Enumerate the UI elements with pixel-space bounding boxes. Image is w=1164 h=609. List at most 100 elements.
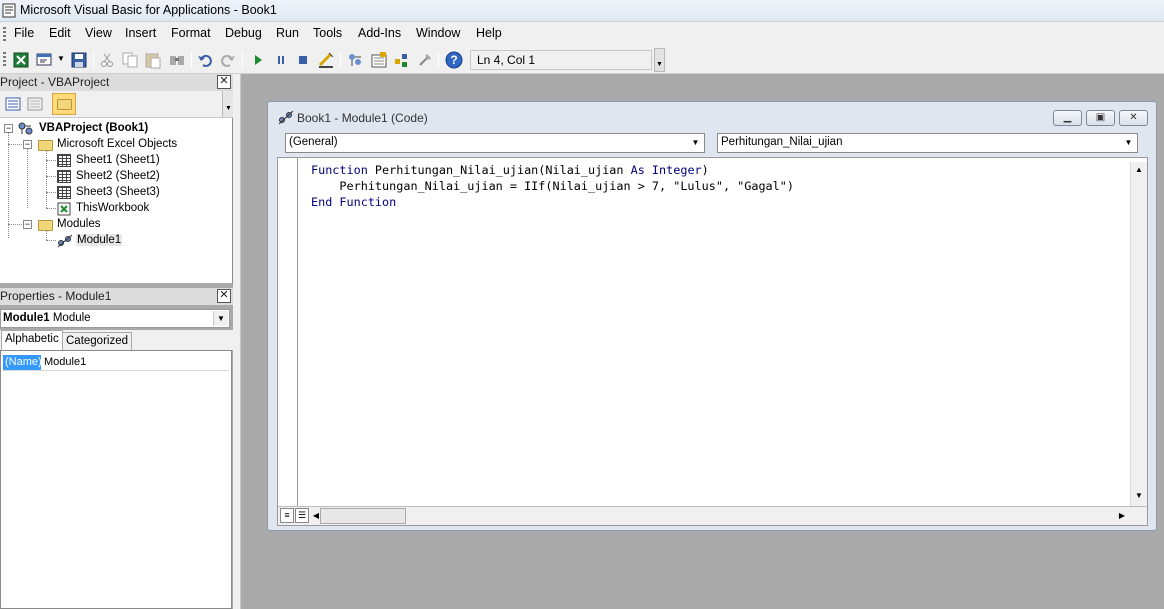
procedure-view-icon[interactable]: ≡ [280,508,294,523]
code-line[interactable]: Function Perhitungan_Nilai_ujian(Nilai_u… [311,162,794,178]
tree-item-sheet2[interactable]: Sheet2 (Sheet2) [76,170,160,182]
object-browser-icon[interactable] [393,51,411,69]
view-code-icon[interactable] [5,96,21,112]
save-icon[interactable] [70,51,88,69]
restore-button[interactable]: ▣ [1086,110,1115,126]
menu-run[interactable]: Run [276,26,299,40]
code-line[interactable]: Perhitungan_Nilai_ujian = IIf(Nilai_ujia… [311,178,794,194]
reset-icon[interactable] [294,51,312,69]
break-icon[interactable] [272,51,290,69]
tree-line [27,148,28,208]
project-explorer-icon[interactable] [346,51,364,69]
object-combo[interactable]: (General) ▼ [285,133,705,153]
folder-icon [57,99,72,110]
margin-indicator-bar[interactable] [278,158,298,506]
excel-icon[interactable] [12,51,30,69]
scroll-thumb[interactable] [1132,180,1146,480]
chevron-down-icon[interactable]: ▼ [213,311,228,326]
paste-icon[interactable] [144,51,162,69]
toggle-folders-button[interactable] [52,93,76,115]
find-icon[interactable] [168,51,186,69]
chevron-down-icon[interactable]: ▼ [1121,135,1136,151]
insert-module-icon[interactable] [36,51,54,69]
sheet-icon [57,186,71,199]
tree-item-vbaproject[interactable]: VBAProject (Book1) [39,122,148,134]
menu-add-ins[interactable]: Add-Ins [358,26,401,40]
workbook-icon [57,202,71,216]
menu-format[interactable]: Format [171,26,211,40]
design-mode-icon[interactable] [317,51,335,69]
properties-object-select[interactable]: Module1 Module ▼ [0,309,230,328]
minimize-button[interactable]: ▁ [1053,110,1082,126]
code-text[interactable]: Function Perhitungan_Nilai_ujian(Nilai_u… [311,162,794,210]
property-value[interactable]: Module1 [44,356,86,368]
sheet-icon [57,170,71,183]
full-module-view-icon[interactable]: ☰ [295,508,309,523]
toolbox-icon[interactable] [416,51,434,69]
code-editor[interactable]: Function Perhitungan_Nilai_ujian(Nilai_u… [277,157,1148,526]
menu-edit[interactable]: Edit [49,26,71,40]
toolbar-separator [93,51,94,69]
menu-tools[interactable]: Tools [313,26,342,40]
view-object-icon[interactable] [27,96,43,112]
help-icon[interactable]: ? [445,51,463,69]
project-pane-title: Project - VBAProject [0,75,110,89]
properties-icon[interactable] [370,51,388,69]
tree-line [8,144,24,145]
keyword: End Function [311,195,397,209]
sheet-icon [57,154,71,167]
chevron-down-icon[interactable]: ▼ [688,135,703,151]
scroll-right-icon[interactable]: ▶ [1116,509,1128,523]
tree-item-excel-objects[interactable]: Microsoft Excel Objects [57,138,177,150]
collapse-icon[interactable]: − [23,140,32,149]
scroll-up-icon[interactable]: ▲ [1131,162,1147,178]
procedure-combo-value: Perhitungan_Nilai_ujian [721,136,843,148]
toolbar-grip[interactable] [3,52,6,68]
tree-item-sheet3[interactable]: Sheet3 (Sheet3) [76,186,160,198]
tree-item-sheet1[interactable]: Sheet1 (Sheet1) [76,154,160,166]
close-button[interactable]: ✕ [1119,110,1148,126]
chevron-down-icon[interactable]: ▼ [57,54,65,63]
collapse-icon[interactable]: − [23,220,32,229]
keyword: As Integer [630,163,702,177]
menu-debug[interactable]: Debug [225,26,262,40]
menu-window[interactable]: Window [416,26,460,40]
close-icon[interactable]: ✕ [217,289,231,303]
keyword: Function [311,163,368,177]
toolbar-options-button[interactable]: ▼ [654,48,665,72]
menu-view[interactable]: View [85,26,112,40]
pane-splitter[interactable] [233,74,241,609]
horizontal-scrollbar[interactable]: ≡ ☰ ◀ ▶ [278,506,1147,525]
property-row[interactable]: (Name) Module1 [3,355,229,371]
tree-item-thisworkbook[interactable]: ThisWorkbook [76,202,149,214]
menu-insert[interactable]: Insert [125,26,156,40]
procedure-combo[interactable]: Perhitungan_Nilai_ujian ▼ [717,133,1138,153]
cut-icon[interactable] [98,51,116,69]
collapse-icon[interactable]: − [4,124,13,133]
menu-help[interactable]: Help [476,26,502,40]
vertical-scrollbar[interactable]: ▲ ▼ [1130,162,1147,506]
standard-toolbar: ▼ ? Ln 4, Col 1 ▼ [0,46,1164,74]
property-name: (Name) [3,355,42,370]
tree-item-modules[interactable]: Modules [57,218,100,230]
undo-icon[interactable] [196,51,214,69]
copy-icon[interactable] [121,51,139,69]
tab-categorized[interactable]: Categorized [62,332,133,350]
redo-icon[interactable] [219,51,237,69]
tree-item-module1[interactable]: Module1 [76,234,123,246]
menubar-grip[interactable] [3,27,6,41]
run-icon[interactable] [249,51,267,69]
folder-icon [38,140,53,151]
object-name: Module1 [3,312,50,324]
properties-tabs: Alphabetic Categorized [0,330,233,350]
close-icon: ✕ [1129,112,1138,123]
code-text-segment: ) [701,163,709,177]
tree-line [46,176,56,177]
horizontal-scroll-thumb[interactable] [320,508,406,524]
menu-file[interactable]: File [14,26,34,40]
code-line[interactable]: End Function [311,194,794,210]
close-icon[interactable]: ✕ [217,75,231,89]
scroll-down-icon[interactable]: ▼ [1131,488,1147,504]
project-toolbar-options[interactable]: ▼ [222,91,233,117]
tab-alphabetic[interactable]: Alphabetic [1,330,63,350]
